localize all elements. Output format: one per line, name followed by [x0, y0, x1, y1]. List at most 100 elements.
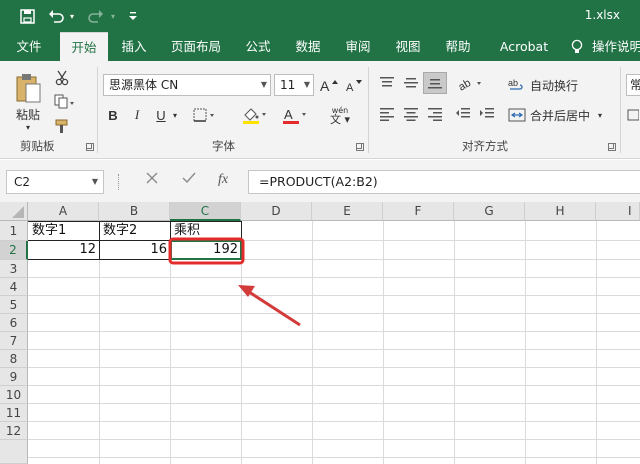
wrap-text-label: 自动换行	[530, 78, 579, 93]
group-divider	[368, 67, 369, 153]
accounting-format-icon[interactable]	[626, 104, 640, 126]
chevron-down-icon: ▼	[303, 80, 310, 89]
increase-font-size-icon[interactable]: A	[318, 74, 340, 96]
column-header-e[interactable]: E	[312, 202, 383, 221]
chevron-down-icon: ▼	[91, 177, 98, 186]
phonetic-glyph: 文 ▾	[329, 113, 351, 126]
chevron-down-icon: ▼	[260, 80, 267, 89]
column-header-c[interactable]: C	[170, 202, 241, 221]
row-header-3[interactable]: 3	[0, 260, 28, 278]
wrap-text-button[interactable]: ab 自动换行	[508, 74, 590, 96]
orientation-icon[interactable]: ab	[454, 72, 488, 94]
font-size-value: 11	[280, 78, 296, 92]
column-header-b[interactable]: B	[99, 202, 170, 221]
customize-toolbar-icon[interactable]	[126, 6, 140, 26]
fill-color-icon[interactable]	[238, 104, 272, 126]
row-header-5[interactable]: 5	[0, 296, 28, 314]
row-header-10[interactable]: 10	[0, 386, 28, 404]
column-header-h[interactable]: H	[525, 202, 596, 221]
enter-icon[interactable]	[182, 172, 196, 188]
row-header-6[interactable]: 6	[0, 314, 28, 332]
redo-dropdown-icon[interactable]: ▾	[108, 6, 118, 26]
paste-label: 粘贴	[15, 108, 40, 122]
tab-page-layout[interactable]: 页面布局	[164, 32, 228, 61]
merge-center-button[interactable]: 合并后居中 ▾	[508, 104, 612, 126]
row-header-1[interactable]: 1	[0, 221, 28, 241]
lightbulb-icon[interactable]	[566, 32, 588, 61]
number-format-select[interactable]: 常	[626, 74, 640, 96]
decrease-indent-icon[interactable]	[452, 103, 474, 125]
cell-b1[interactable]: 数字2	[100, 222, 170, 240]
increase-indent-icon[interactable]	[476, 103, 498, 125]
undo-icon[interactable]	[46, 6, 66, 26]
tell-me-search[interactable]: 操作说明	[592, 32, 640, 61]
row-header-8[interactable]: 8	[0, 350, 28, 368]
insert-function-icon[interactable]: fx	[218, 172, 228, 188]
alignment-group-label: 对齐方式	[462, 139, 508, 153]
cell-a1[interactable]: 数字1	[29, 222, 99, 240]
italic-button[interactable]: I	[127, 104, 147, 126]
align-center-icon[interactable]	[400, 103, 422, 125]
cell-c2[interactable]: 192	[171, 241, 241, 259]
ribbon: 粘贴 ▾ 剪贴板 思源黑体 CN ▼ 11 ▼ A A B I U ▾ A wé…	[0, 61, 640, 159]
name-box[interactable]: C2 ▼	[6, 170, 104, 194]
bold-button[interactable]: B	[103, 104, 123, 126]
font-launcher-icon[interactable]	[356, 143, 364, 151]
format-painter-icon[interactable]	[50, 115, 74, 137]
row-header-13[interactable]	[0, 440, 28, 464]
paste-button[interactable]: 粘贴 ▾	[10, 67, 46, 137]
ribbon-tabs: 文件 开始 插入 页面布局 公式 数据 审阅 视图 帮助 Acrobat 操作说…	[0, 32, 640, 61]
row-header-12[interactable]: 12	[0, 422, 28, 440]
tab-help[interactable]: 帮助	[438, 32, 478, 61]
column-header-a[interactable]: A	[28, 202, 99, 221]
underline-button[interactable]: U	[151, 104, 171, 126]
tab-home[interactable]: 开始	[60, 32, 108, 61]
column-header-d[interactable]: D	[241, 202, 312, 221]
row-header-4[interactable]: 4	[0, 278, 28, 296]
row-header-2[interactable]: 2	[0, 241, 28, 260]
select-all-corner[interactable]	[0, 202, 28, 221]
tab-data[interactable]: 数据	[288, 32, 328, 61]
tab-view[interactable]: 视图	[388, 32, 428, 61]
tab-formulas[interactable]: 公式	[238, 32, 278, 61]
align-middle-icon[interactable]	[400, 72, 422, 94]
formula-bar-grip[interactable]	[118, 174, 121, 190]
chevron-down-icon[interactable]: ▾	[170, 104, 180, 126]
cell-b2[interactable]: 16	[100, 241, 170, 259]
tab-review[interactable]: 审阅	[338, 32, 378, 61]
tab-insert[interactable]: 插入	[114, 32, 154, 61]
cut-icon[interactable]	[50, 67, 74, 89]
svg-text:A: A	[320, 78, 330, 92]
merge-center-label: 合并后居中	[530, 108, 591, 123]
save-icon[interactable]	[16, 6, 38, 26]
font-family-select[interactable]: 思源黑体 CN ▼	[103, 74, 271, 96]
font-color-icon[interactable]: A	[278, 104, 312, 126]
font-size-select[interactable]: 11 ▼	[274, 74, 314, 96]
worksheet-grid[interactable]: A B C D E F G H I 1 2 3 4 5 6 7 8 9 10 1…	[0, 202, 640, 464]
column-header-f[interactable]: F	[383, 202, 454, 221]
redo-icon[interactable]	[86, 6, 106, 26]
tab-file[interactable]: 文件	[8, 32, 50, 61]
phonetic-guide-button[interactable]: wén 文 ▾	[320, 104, 360, 126]
align-top-icon[interactable]	[376, 72, 398, 94]
decrease-font-size-icon[interactable]: A	[343, 74, 365, 96]
clipboard-launcher-icon[interactable]	[86, 143, 94, 151]
tab-acrobat[interactable]: Acrobat	[488, 32, 560, 61]
borders-icon[interactable]	[190, 104, 220, 126]
formula-input[interactable]: =PRODUCT(A2:B2)	[248, 170, 640, 194]
align-right-icon[interactable]	[424, 103, 446, 125]
cancel-icon[interactable]	[146, 172, 158, 188]
column-header-g[interactable]: G	[454, 202, 525, 221]
copy-icon[interactable]	[50, 91, 80, 113]
align-bottom-icon[interactable]	[423, 72, 447, 94]
row-header-7[interactable]: 7	[0, 332, 28, 350]
row-header-9[interactable]: 9	[0, 368, 28, 386]
alignment-launcher-icon[interactable]	[608, 143, 616, 151]
undo-dropdown-icon[interactable]: ▾	[67, 6, 77, 26]
align-left-icon[interactable]	[376, 103, 398, 125]
cell-c1[interactable]: 乘积	[171, 222, 241, 240]
row-header-11[interactable]: 11	[0, 404, 28, 422]
font-family-value: 思源黑体 CN	[109, 78, 179, 92]
cell-a2[interactable]: 12	[29, 241, 99, 259]
column-header-i[interactable]: I	[596, 202, 640, 221]
